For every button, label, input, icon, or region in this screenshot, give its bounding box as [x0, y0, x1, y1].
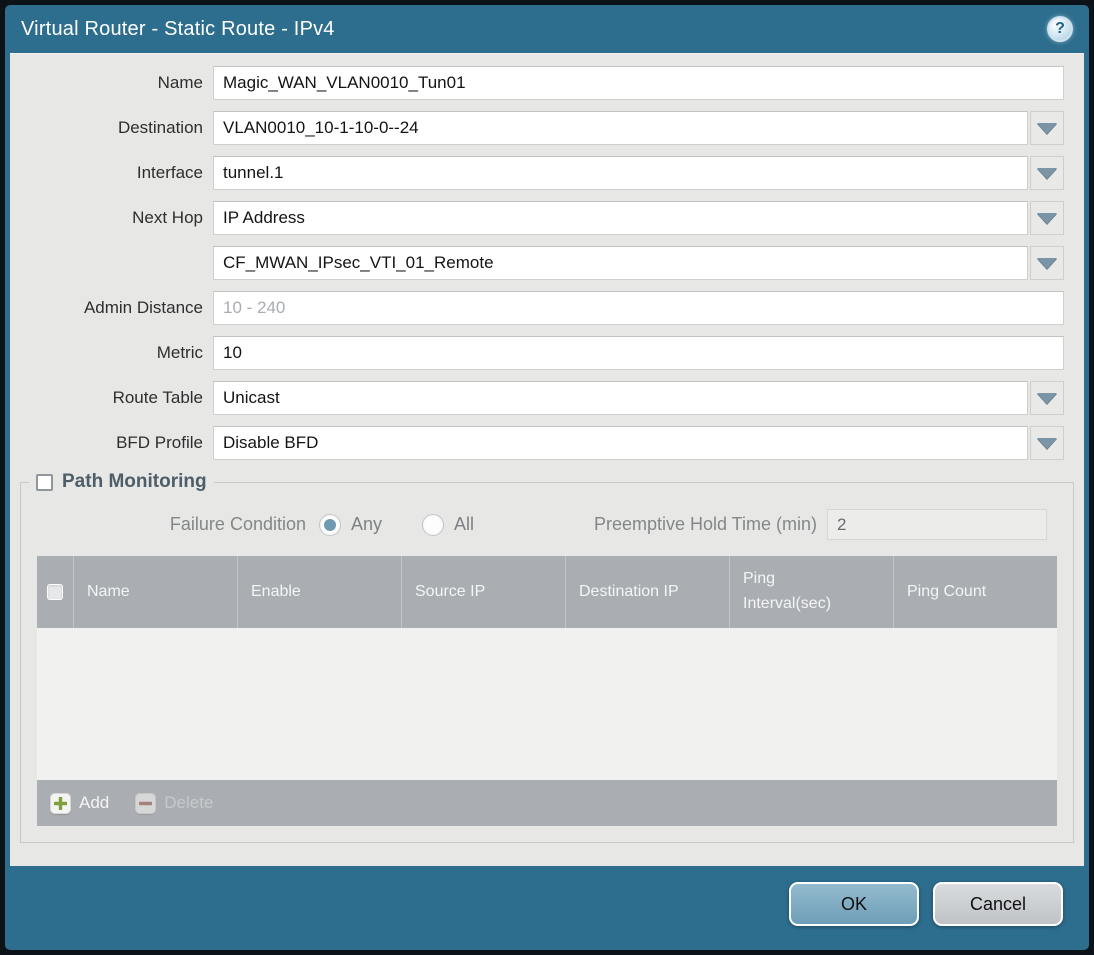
name-label: Name — [157, 73, 203, 92]
select-all-checkbox[interactable] — [47, 584, 63, 600]
delete-button-label: Delete — [164, 793, 214, 812]
column-header-source-ip: Source IP — [401, 556, 565, 628]
add-button-label: Add — [79, 793, 110, 812]
table-header-row: Name Enable Source IP Destination IP Pin… — [37, 556, 1057, 628]
interface-input[interactable] — [213, 156, 1028, 190]
dialog-content: Name Destination Interface — [10, 53, 1084, 866]
destination-dropdown-button[interactable] — [1030, 111, 1064, 145]
form-row-name: Name — [10, 66, 1084, 100]
form-row-next-hop-address — [10, 246, 1084, 280]
form-row-admin-distance: Admin Distance — [10, 291, 1084, 325]
failure-condition-all-radio[interactable] — [422, 513, 445, 536]
form-row-next-hop: Next Hop — [10, 201, 1084, 235]
column-header-name: Name — [73, 556, 237, 628]
route-table-label: Route Table — [112, 388, 203, 407]
admin-distance-label: Admin Distance — [83, 298, 203, 317]
ok-button[interactable]: OK — [789, 882, 919, 926]
route-table-dropdown-button[interactable] — [1030, 381, 1064, 415]
cancel-button[interactable]: Cancel — [933, 882, 1063, 926]
column-header-ping-interval: Ping Interval(sec) — [729, 556, 893, 628]
dialog-frame: Virtual Router - Static Route - IPv4 ? N… — [0, 0, 1094, 955]
failure-condition-any-radio[interactable] — [319, 513, 341, 536]
path-monitoring-legend: Path Monitoring — [29, 471, 214, 493]
chevron-down-icon — [1037, 167, 1057, 179]
dialog-title: Virtual Router - Static Route - IPv4 — [21, 17, 335, 40]
column-header-ping-count: Ping Count — [893, 556, 1057, 628]
next-hop-address-dropdown-button[interactable] — [1030, 246, 1064, 280]
route-table-input[interactable] — [213, 381, 1028, 415]
add-button[interactable]: Add — [50, 792, 110, 814]
form-row-destination: Destination — [10, 111, 1084, 145]
path-monitoring-table: Name Enable Source IP Destination IP Pin… — [37, 556, 1057, 826]
failure-condition-any-label: Any — [351, 514, 383, 534]
delete-button[interactable]: Delete — [135, 792, 214, 814]
bfd-profile-dropdown-button[interactable] — [1030, 426, 1064, 460]
form-row-route-table: Route Table — [10, 381, 1084, 415]
dialog-window: Virtual Router - Static Route - IPv4 ? N… — [5, 5, 1089, 950]
plus-icon — [50, 792, 71, 814]
metric-input[interactable] — [213, 336, 1064, 370]
chevron-down-icon — [1037, 212, 1057, 224]
table-header-checkbox-cell — [37, 556, 73, 628]
failure-condition-row: Failure Condition Any All Preemptive Hol… — [21, 509, 1073, 540]
form-row-metric: Metric — [10, 336, 1084, 370]
destination-label: Destination — [117, 118, 203, 137]
bfd-profile-input[interactable] — [213, 426, 1028, 460]
column-header-destination-ip: Destination IP — [565, 556, 729, 628]
chevron-down-icon — [1037, 437, 1057, 449]
interface-label: Interface — [136, 163, 203, 182]
bfd-profile-label: BFD Profile — [116, 433, 203, 452]
metric-label: Metric — [156, 343, 203, 362]
path-monitoring-title: Path Monitoring — [62, 471, 207, 492]
dialog-titlebar: Virtual Router - Static Route - IPv4 ? — [5, 5, 1089, 53]
preemptive-hold-time-input[interactable] — [827, 509, 1047, 540]
dialog-footer: OK Cancel — [5, 866, 1089, 950]
destination-input[interactable] — [213, 111, 1028, 145]
minus-icon — [135, 792, 157, 814]
help-icon[interactable]: ? — [1047, 16, 1073, 42]
preemptive-hold-time-label: Preemptive Hold Time (min) — [593, 514, 817, 534]
name-input[interactable] — [213, 66, 1064, 100]
admin-distance-input[interactable] — [213, 291, 1064, 325]
form-row-bfd-profile: BFD Profile — [10, 426, 1084, 460]
interface-dropdown-button[interactable] — [1030, 156, 1064, 190]
failure-condition-label: Failure Condition — [169, 514, 306, 534]
failure-condition-all-label: All — [454, 514, 475, 534]
chevron-down-icon — [1037, 392, 1057, 404]
chevron-down-icon — [1037, 122, 1057, 134]
next-hop-label: Next Hop — [132, 208, 203, 227]
next-hop-type-dropdown-button[interactable] — [1030, 201, 1064, 235]
path-monitoring-checkbox[interactable] — [36, 473, 53, 491]
column-header-enable: Enable — [237, 556, 401, 628]
next-hop-type-input[interactable] — [213, 201, 1028, 235]
chevron-down-icon — [1037, 257, 1057, 269]
path-monitoring-section: Path Monitoring Failure Condition Any Al… — [20, 471, 1074, 843]
next-hop-address-input[interactable] — [213, 246, 1028, 280]
table-body-empty — [37, 628, 1057, 780]
form-row-interface: Interface — [10, 156, 1084, 190]
table-footer-toolbar: Add Delete — [37, 780, 1057, 826]
